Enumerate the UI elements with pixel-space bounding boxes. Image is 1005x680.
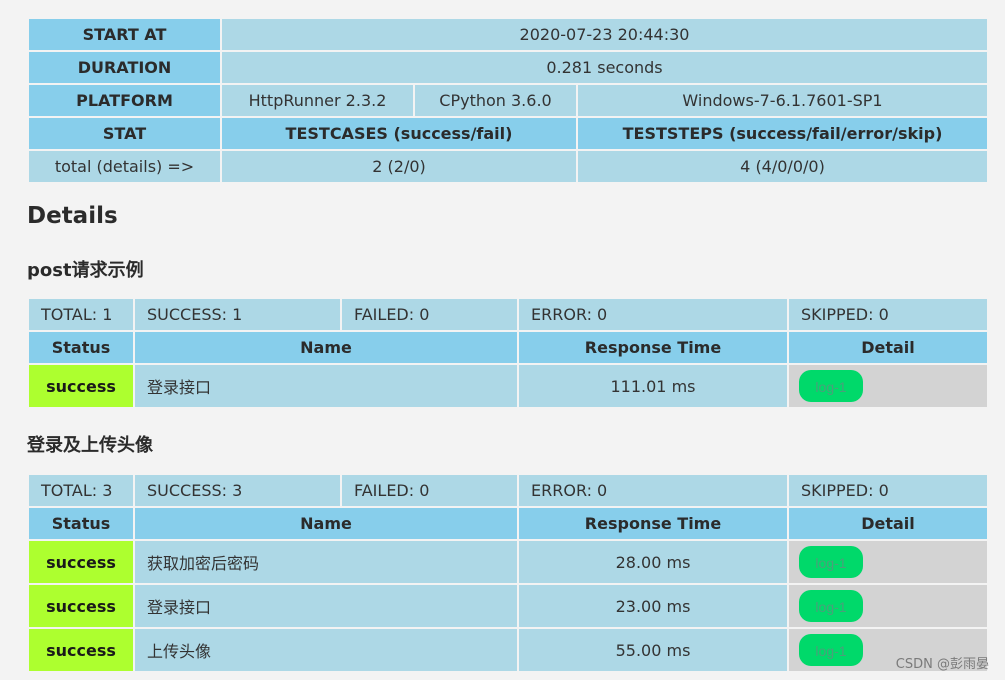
platform-os: Windows-7-6.1.7601-SP1 [576,83,989,118]
duration-value: 0.281 seconds [220,50,989,85]
suite-table: TOTAL: 1 SUCCESS: 1 FAILED: 0 ERROR: 0 S… [27,297,989,409]
testcases-value: 2 (2/0) [220,149,578,184]
platform-python: CPython 3.6.0 [413,83,578,118]
summary-row-stat-header: STAT TESTCASES (success/fail) TESTSTEPS … [27,116,989,151]
detail-cell: log-1 [787,363,989,409]
column-response-time: Response Time [517,330,789,365]
detail-cell: log-1 [787,539,989,585]
summary-table: START AT 2020-07-23 20:44:30 DURATION 0.… [27,17,989,184]
teststeps-label: TESTSTEPS (success/fail/error/skip) [576,116,989,151]
suite-total: TOTAL: 3 [27,473,135,508]
suite-error: ERROR: 0 [517,473,789,508]
suite-table: TOTAL: 3 SUCCESS: 3 FAILED: 0 ERROR: 0 S… [27,473,989,673]
suite-column-header-row: Status Name Response Time Detail [27,330,989,365]
column-name: Name [133,506,519,541]
start-at-value: 2020-07-23 20:44:30 [220,17,989,52]
column-name: Name [133,330,519,365]
summary-row-start: START AT 2020-07-23 20:44:30 [27,17,989,52]
suite-success: SUCCESS: 1 [133,297,342,332]
suite-title: post请求示例 [27,260,144,281]
log-button[interactable]: log-1 [799,370,863,402]
table-row: success 登录接口 111.01 ms log-1 [27,363,989,409]
testcases-label: TESTCASES (success/fail) [220,116,578,151]
table-row: success 登录接口 23.00 ms log-1 [27,583,989,629]
response-time: 28.00 ms [517,539,789,585]
response-time: 111.01 ms [517,363,789,409]
log-button[interactable]: log-1 [799,634,863,666]
suite-stats-row: TOTAL: 3 SUCCESS: 3 FAILED: 0 ERROR: 0 S… [27,473,989,508]
status-badge: success [27,627,135,673]
summary-row-duration: DURATION 0.281 seconds [27,50,989,85]
table-row: success 获取加密后密码 28.00 ms log-1 [27,539,989,585]
suite-error: ERROR: 0 [517,297,789,332]
platform-label: PLATFORM [27,83,222,118]
teststeps-value: 4 (4/0/0/0) [576,149,989,184]
step-name: 登录接口 [133,583,519,629]
suite-title: 登录及上传头像 [27,435,153,456]
summary-row-stat-values: total (details) => 2 (2/0) 4 (4/0/0/0) [27,149,989,184]
platform-httprunner: HttpRunner 2.3.2 [220,83,415,118]
status-badge: success [27,583,135,629]
column-status: Status [27,330,135,365]
step-name: 获取加密后密码 [133,539,519,585]
column-status: Status [27,506,135,541]
suite-failed: FAILED: 0 [340,297,519,332]
start-at-label: START AT [27,17,222,52]
suite-total: TOTAL: 1 [27,297,135,332]
details-heading: Details [27,203,118,229]
suite-skipped: SKIPPED: 0 [787,473,989,508]
summary-row-platform: PLATFORM HttpRunner 2.3.2 CPython 3.6.0 … [27,83,989,118]
status-badge: success [27,363,135,409]
log-button[interactable]: log-1 [799,546,863,578]
column-response-time: Response Time [517,506,789,541]
suite-skipped: SKIPPED: 0 [787,297,989,332]
step-name: 登录接口 [133,363,519,409]
duration-label: DURATION [27,50,222,85]
total-details-link[interactable]: total (details) => [27,149,222,184]
status-badge: success [27,539,135,585]
suite-success: SUCCESS: 3 [133,473,342,508]
watermark: CSDN @彭雨晏 [895,657,989,672]
detail-cell: log-1 [787,583,989,629]
log-button[interactable]: log-1 [799,590,863,622]
suite-failed: FAILED: 0 [340,473,519,508]
response-time: 55.00 ms [517,627,789,673]
stat-label: STAT [27,116,222,151]
response-time: 23.00 ms [517,583,789,629]
column-detail: Detail [787,506,989,541]
table-row: success 上传头像 55.00 ms log-1 [27,627,989,673]
column-detail: Detail [787,330,989,365]
suite-stats-row: TOTAL: 1 SUCCESS: 1 FAILED: 0 ERROR: 0 S… [27,297,989,332]
suite-column-header-row: Status Name Response Time Detail [27,506,989,541]
step-name: 上传头像 [133,627,519,673]
